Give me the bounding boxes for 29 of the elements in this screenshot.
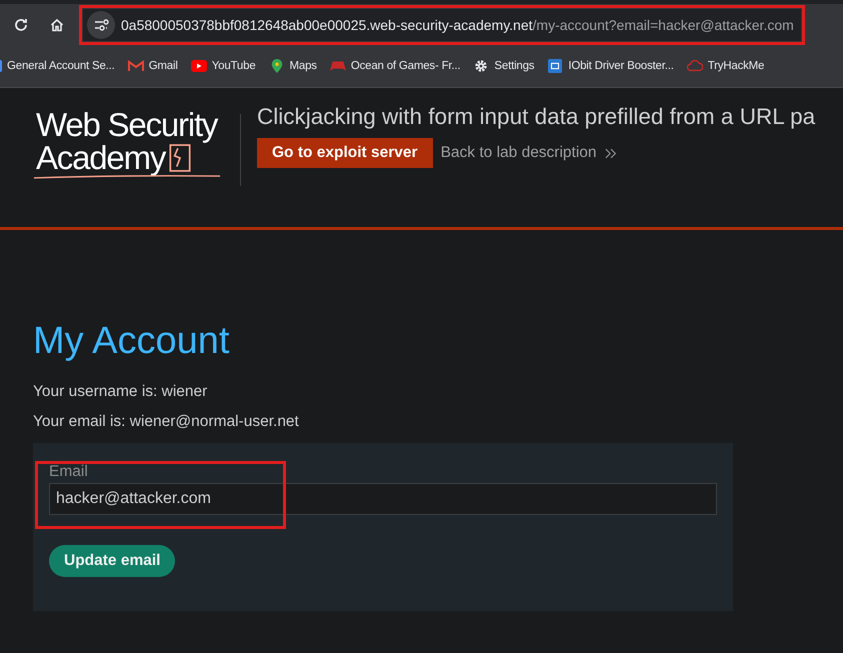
reload-icon[interactable] [13, 16, 29, 32]
home-icon[interactable] [49, 16, 65, 32]
settings-icon [473, 59, 490, 73]
bookmark[interactable]: IObit Driver Booster... [547, 59, 674, 73]
site-info-icon[interactable] [87, 10, 115, 38]
double-chevron-icon [604, 148, 617, 158]
address-bar[interactable]: 0a5800050378bbf0812648ab00e00025.web-security-academy.net/my-account?email=hacker@attacker.com [83, 8, 801, 40]
bookmark[interactable]: Gmail [128, 59, 178, 73]
academy-logo[interactable]: Web Security Academy [36, 108, 236, 180]
mail-icon [128, 59, 144, 73]
account-info-text: Your email is: wiener@normal-user.net [33, 413, 300, 431]
bookmark[interactable]: YouTube [190, 59, 256, 73]
exploit-server-button[interactable]: Go to exploit server [257, 138, 433, 168]
email-label: Email [49, 463, 89, 481]
back-to-lab-link[interactable]: Back to lab description [440, 144, 597, 162]
play-icon [190, 59, 207, 73]
map-pin-icon [268, 59, 285, 73]
update-email-button[interactable]: Update email [49, 545, 176, 577]
page-heading: My Account [33, 320, 230, 363]
bookmark[interactable]: Ocean of Games- Fr... [330, 59, 460, 73]
bookmark[interactable]: TryHackMe [686, 59, 764, 73]
bookmark[interactable]: General Account Se... [0, 60, 115, 72]
email-input[interactable]: hacker@attacker.com [49, 483, 717, 515]
cloud-icon [686, 59, 703, 73]
bookmark[interactable]: Settings [473, 59, 534, 73]
account-info-text: Your username is: wiener [33, 383, 208, 401]
bookmark[interactable]: Maps [268, 59, 317, 73]
lab-title: Clickjacking with form input data prefilled from a URL pa [257, 104, 816, 130]
app-icon [547, 59, 564, 73]
